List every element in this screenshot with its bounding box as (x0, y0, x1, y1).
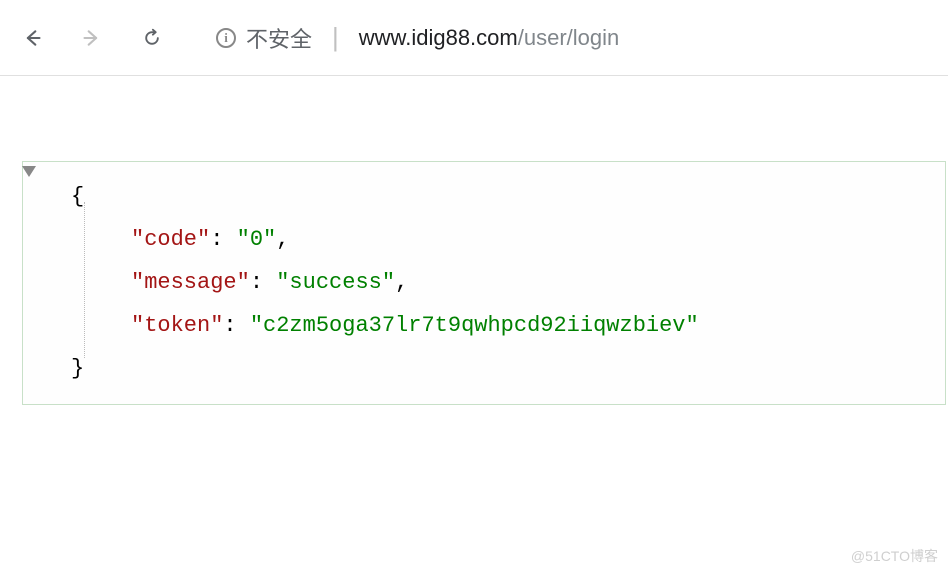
arrow-left-icon (22, 28, 42, 48)
address-divider: | (332, 22, 339, 53)
json-open-brace: { (33, 176, 925, 219)
back-button[interactable] (20, 26, 44, 50)
url-display: www.idig88.com/user/login (359, 25, 619, 51)
url-host: www.idig88.com (359, 25, 518, 50)
reload-icon (142, 28, 162, 48)
info-icon: i (216, 28, 236, 48)
json-row-token: "token": "c2zm5oga37lr7t9qwhpcd92iiqwzbi… (33, 305, 925, 348)
json-close-brace: } (33, 348, 925, 391)
browser-toolbar: i 不安全 | www.idig88.com/user/login (0, 0, 948, 76)
url-path: /user/login (518, 25, 620, 50)
watermark: @51CTO博客 (851, 546, 938, 566)
reload-button[interactable] (140, 26, 164, 50)
json-row-code: "code": "0", (33, 219, 925, 262)
security-indicator[interactable]: i 不安全 (216, 22, 312, 54)
content-area: { "code": "0", "message": "success", "to… (0, 76, 948, 405)
arrow-right-icon (82, 28, 102, 48)
forward-button[interactable] (80, 26, 104, 50)
json-row-message: "message": "success", (33, 262, 925, 305)
nav-buttons (20, 26, 164, 50)
address-bar[interactable]: i 不安全 | www.idig88.com/user/login (188, 16, 928, 60)
json-viewer: { "code": "0", "message": "success", "to… (22, 161, 946, 405)
security-label: 不安全 (246, 22, 312, 54)
